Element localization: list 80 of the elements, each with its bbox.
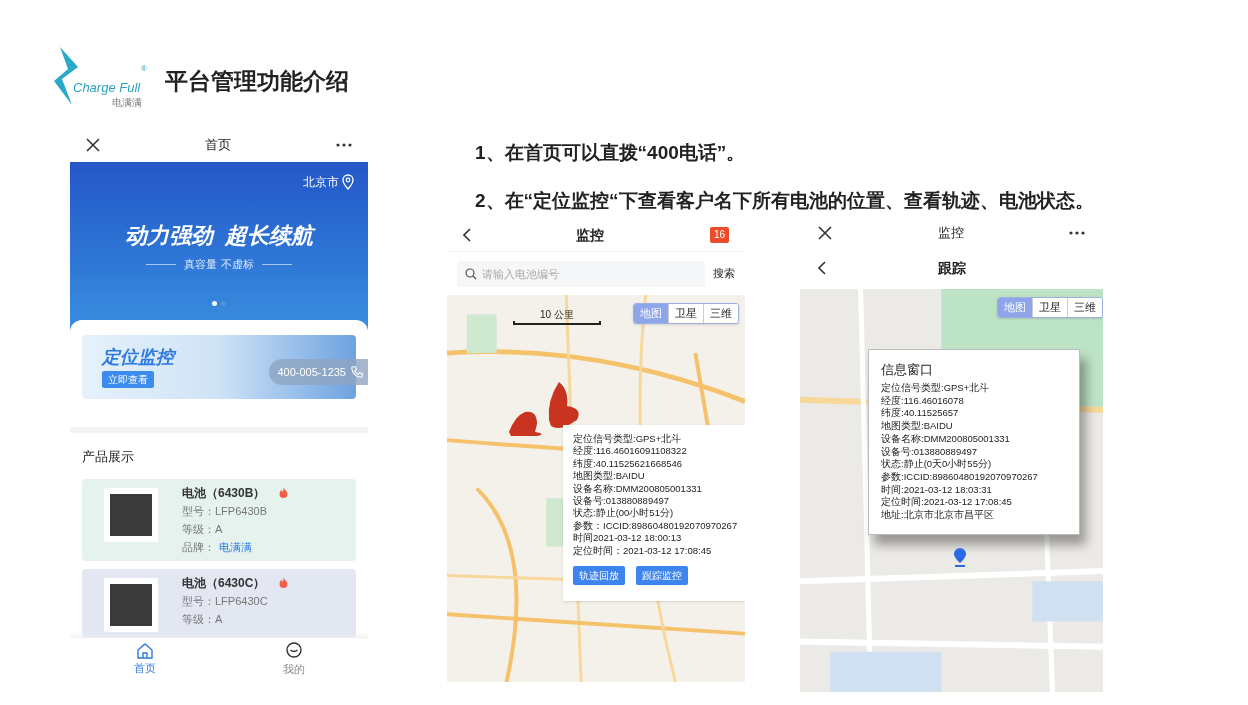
hotline-pill[interactable]: 400-005-1235	[269, 359, 368, 385]
city-label[interactable]: 北京市	[303, 173, 339, 191]
info-line: 设备号:013880889497	[881, 445, 979, 458]
page-title: 跟踪	[937, 258, 966, 278]
search-button[interactable]: 搜索	[713, 265, 735, 282]
info-line: 经度:116.46016078	[881, 394, 965, 407]
location-pin-icon	[952, 547, 968, 567]
info-line: 定位信号类型:GPS+北斗	[573, 433, 683, 445]
info-line: 参数:ICCID:89860480192070970267	[881, 470, 1039, 484]
instruction-text: 2、在“定位监控“下查看客户名下所有电池的位置、查看轨迹、电池状态。	[475, 189, 1095, 213]
product-card[interactable]: 电池（6430C） 型号：LFP6430C 等级：A	[82, 568, 356, 637]
tab-bar-item[interactable]: 我的	[219, 637, 368, 680]
product-name: 电池（6430B）	[182, 484, 266, 502]
tab-bar-item[interactable]: 首页	[70, 637, 219, 680]
info-line: 纬度:40.11525621668546	[573, 457, 684, 470]
back-icon[interactable]	[818, 261, 826, 275]
screen-title: 监控	[576, 225, 605, 245]
close-icon[interactable]	[818, 226, 832, 240]
scale-label: 10 公里	[540, 309, 574, 321]
view-now-button[interactable]: 立即查看	[102, 371, 154, 388]
field-value: LFP6430B	[215, 503, 267, 519]
field-label: 品牌：	[182, 539, 215, 555]
info-line: 定位时间：2021-03-12 17:08:45	[573, 544, 713, 558]
logo-subtitle: 电满满	[112, 97, 142, 109]
product-name: 电池（6430C）	[182, 574, 266, 592]
field-label: 等级：	[182, 611, 215, 627]
field-value: A	[215, 521, 223, 537]
info-line: 时间:2021-03-12 18:03:31	[881, 483, 993, 496]
more-icon[interactable]	[1069, 231, 1085, 235]
map-action-button[interactable]: 轨迹回放	[573, 566, 625, 586]
section-title: 产品展示	[82, 448, 135, 466]
info-line: 定位信号类型:GPS+北斗	[881, 382, 991, 395]
info-line: 纬度:40.11525657	[881, 407, 960, 420]
close-icon[interactable]	[86, 138, 100, 152]
info-line: 状态:静止(0天0小时55分)	[881, 458, 993, 471]
info-line: 设备名称:DMM200805001331	[881, 432, 1011, 446]
slide-title: 平台管理功能介绍	[165, 66, 349, 96]
info-line: 定位时间:2021-03-12 17:08:45	[881, 496, 1013, 509]
map-action-button[interactable]: 跟踪监控	[636, 566, 688, 586]
photo-placeholder	[104, 487, 158, 542]
back-icon[interactable]	[463, 228, 471, 242]
field-label: 等级：	[182, 521, 215, 537]
field-label: 型号：	[182, 503, 215, 519]
banner-headline: 动力强劲 超长续航	[124, 222, 314, 250]
registered-mark: ®	[141, 63, 147, 75]
field-value: A	[215, 611, 223, 627]
home-icon	[135, 643, 154, 660]
map-type-tab[interactable]: 地图	[634, 304, 668, 323]
info-line: 经度:116.46016091108322	[573, 445, 688, 458]
info-line: 地图类型:BAIDU	[881, 420, 954, 433]
search-icon	[465, 267, 477, 280]
info-line: 参数：ICCID:89860480192070970267	[573, 519, 739, 533]
map-type-tab[interactable]: 卫星	[668, 304, 703, 323]
info-window-title: 信息窗口	[881, 361, 934, 379]
info-line: 状态:静止(00小时51分)	[573, 507, 675, 520]
more-icon[interactable]	[336, 143, 352, 147]
product-card[interactable]: 电池（6430B） 型号：LFP6430B 等级：A 品牌： 电满满	[82, 478, 356, 561]
smiley-face-icon	[284, 642, 303, 661]
location-pin-icon[interactable]	[342, 174, 354, 190]
info-line: 时间2021-03-12 18:00:13	[573, 532, 683, 545]
screen-title: 监控	[937, 224, 964, 243]
phone-icon	[350, 365, 364, 379]
screen-title: 首页	[205, 136, 231, 155]
info-line: 地址:北京市北京市昌平区	[881, 509, 995, 522]
info-line: 设备名称:DMM200805001331	[573, 482, 703, 496]
banner-tagline: 真容量 不虚标	[184, 257, 254, 272]
map-type-tab[interactable]: 三维	[703, 304, 738, 323]
instruction-text: 1、在首页可以直拨“400电话”。	[475, 141, 747, 165]
info-line: 设备号:013880889497	[573, 495, 671, 507]
search-field[interactable]: 请输入电池编号	[457, 260, 705, 287]
info-line: 地图类型:BAIDU	[573, 470, 646, 483]
brand-link[interactable]: 电满满	[219, 537, 252, 556]
map-type-tab[interactable]: 卫星	[1032, 298, 1067, 317]
field-value: LFP6430C	[215, 593, 268, 609]
map-type-tab[interactable]: 三维	[1067, 298, 1102, 317]
logo-wordmark: Charge Full	[73, 79, 141, 97]
notification-badge[interactable]: 16	[709, 227, 729, 243]
photo-placeholder	[104, 577, 158, 632]
field-label: 型号：	[182, 593, 215, 609]
map-type-tab[interactable]: 地图	[998, 298, 1032, 317]
